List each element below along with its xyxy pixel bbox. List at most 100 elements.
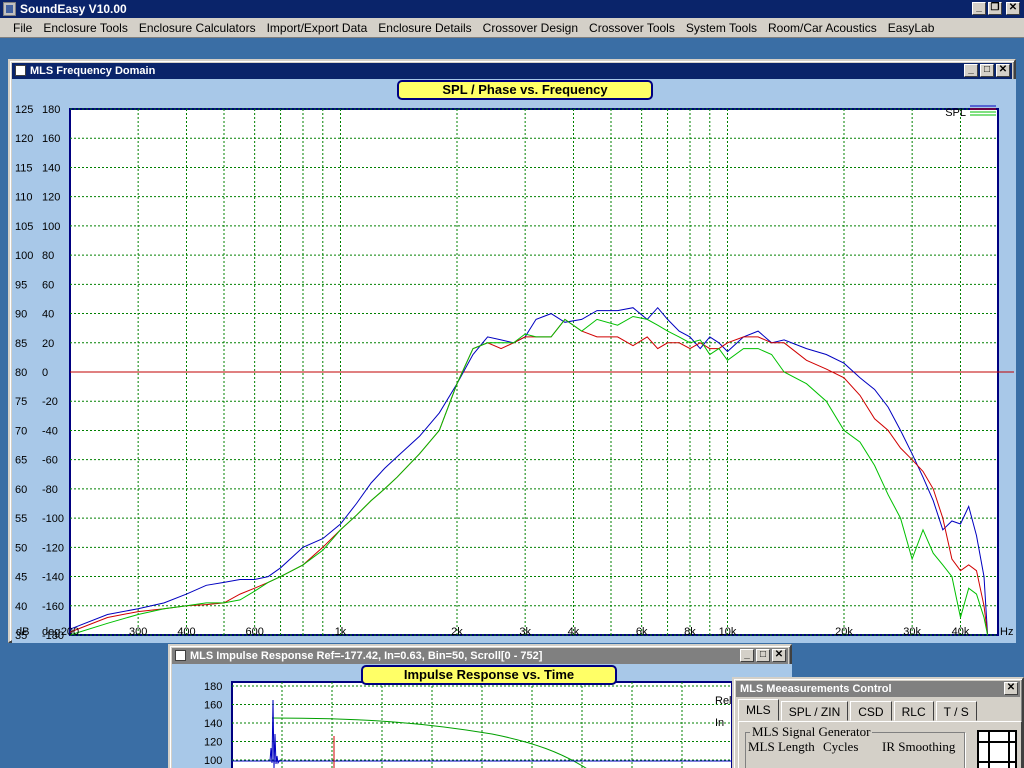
y-tick-label-deg: 180 bbox=[42, 104, 60, 116]
y-tick-label-db: 55 bbox=[15, 513, 27, 525]
mls-tab-strip: MLS SPL / ZIN CSD RLC T / S bbox=[738, 699, 979, 721]
menu-room-car-acoustics[interactable]: Room/Car Acoustics bbox=[763, 18, 882, 37]
y-tick-label-db: 40 bbox=[15, 601, 27, 613]
y-tick-label: 160 bbox=[204, 700, 222, 712]
mls-signal-generator-group: MLS Signal Generator MLS Length Cycles I… bbox=[745, 724, 965, 768]
mls-length-label: MLS Length bbox=[748, 739, 815, 754]
y-tick-label-deg: -100 bbox=[42, 513, 64, 525]
y-tick-label-deg: 100 bbox=[42, 221, 60, 233]
minimize-button[interactable]: _ bbox=[964, 64, 978, 77]
chart-title: Impulse Response vs. Time bbox=[404, 667, 574, 682]
app-icon bbox=[3, 2, 16, 16]
y-tick-label-db: 95 bbox=[15, 279, 27, 291]
window-icon bbox=[175, 650, 186, 661]
y-tick-label-db: 75 bbox=[15, 396, 27, 408]
y-tick-label-deg: 140 bbox=[42, 162, 60, 174]
minimize-button[interactable]: _ bbox=[972, 2, 986, 15]
y-tick-label-db: 125 bbox=[15, 104, 33, 116]
y-tick-label-deg: -140 bbox=[42, 572, 64, 584]
restore-button[interactable]: ❐ bbox=[988, 2, 1002, 15]
close-button[interactable]: ✕ bbox=[772, 649, 786, 662]
tab-mls[interactable]: MLS bbox=[738, 699, 779, 721]
side-label-in: In bbox=[715, 717, 724, 729]
y-tick-label-db: 60 bbox=[15, 484, 27, 496]
y-tick-label-deg: 160 bbox=[42, 133, 60, 145]
x-tick-label: 200 bbox=[61, 626, 79, 638]
close-button[interactable]: ✕ bbox=[996, 64, 1010, 77]
tab-csd[interactable]: CSD bbox=[850, 701, 892, 721]
menu-crossover-design[interactable]: Crossover Design bbox=[478, 18, 583, 37]
ir-smoothing-label: IR Smoothing bbox=[882, 739, 956, 754]
window-icon bbox=[15, 65, 26, 76]
menu-enclosure-calculators[interactable]: Enclosure Calculators bbox=[134, 18, 261, 37]
y-tick-label-db: 70 bbox=[15, 425, 27, 437]
app-titlebar: SoundEasy V10.00 _ ❐ ✕ bbox=[0, 0, 1024, 18]
y-tick-label-db: 80 bbox=[15, 367, 27, 379]
maximize-button[interactable]: □ bbox=[756, 649, 770, 662]
tab-spl-zin[interactable]: SPL / ZIN bbox=[780, 701, 849, 721]
x-tick-label: 10k bbox=[719, 626, 737, 638]
x-tick-label: 40k bbox=[952, 626, 970, 638]
minimize-button[interactable]: _ bbox=[740, 649, 754, 662]
menu-import-export-data[interactable]: Import/Export Data bbox=[262, 18, 373, 37]
y-tick-label-deg: -120 bbox=[42, 542, 64, 554]
x-tick-label: 8k bbox=[684, 626, 696, 638]
x-tick-label: 20k bbox=[835, 626, 853, 638]
impulse-response-chart[interactable]: 180 160 140 120 100 Impulse Response vs. Tim… bbox=[172, 664, 792, 768]
y-tick-label-db: 105 bbox=[15, 221, 33, 233]
menu-easylab[interactable]: EasyLab bbox=[883, 18, 940, 37]
x-tick-label: 6k bbox=[636, 626, 648, 638]
menu-bar: File Enclosure Tools Enclosure Calculato… bbox=[0, 18, 1024, 38]
tab-ts[interactable]: T / S bbox=[935, 701, 977, 721]
x-tick-label: 300 bbox=[129, 626, 147, 638]
group-label: MLS Signal Generator bbox=[750, 724, 873, 740]
y-tick-label-deg: -60 bbox=[42, 455, 58, 467]
y-tick-label-db: 90 bbox=[15, 309, 27, 321]
x-tick-label: 30k bbox=[903, 626, 921, 638]
y-tick-label-db: 50 bbox=[15, 542, 27, 554]
x-tick-label: 2k bbox=[451, 626, 463, 638]
mls-control-titlebar[interactable]: MLS Meeasurements Control ✕ bbox=[736, 681, 1020, 697]
y-tick-label-deg: 60 bbox=[42, 279, 54, 291]
y-tick-label-db: 120 bbox=[15, 133, 33, 145]
mls-control-title: MLS Meeasurements Control bbox=[740, 683, 892, 695]
impulse-window-titlebar[interactable]: MLS Impulse Response Ref=-177.42, In=0.6… bbox=[172, 648, 788, 664]
y-tick-label-deg: 20 bbox=[42, 338, 54, 350]
y-tick-label-deg: -80 bbox=[42, 484, 58, 496]
app-title: SoundEasy V10.00 bbox=[20, 2, 127, 16]
frequency-window-titlebar[interactable]: MLS Frequency Domain _ □ ✕ bbox=[12, 63, 1012, 79]
maximize-button[interactable]: □ bbox=[980, 64, 994, 77]
menu-crossover-tools[interactable]: Crossover Tools bbox=[584, 18, 680, 37]
cycles-label: Cycles bbox=[823, 739, 859, 754]
x-unit: Hz bbox=[1000, 626, 1013, 638]
impulse-response-window: MLS Impulse Response Ref=-177.42, In=0.6… bbox=[168, 644, 792, 768]
y-tick-label: 120 bbox=[204, 737, 222, 749]
x-tick-label: 400 bbox=[177, 626, 195, 638]
close-button[interactable]: ✕ bbox=[1006, 2, 1020, 15]
frequency-window-title: MLS Frequency Domain bbox=[30, 65, 156, 77]
spl-phase-chart[interactable]: 125 180 120 160 115 140 110 120 105 100 100 80 95 60 9… bbox=[12, 79, 1016, 643]
y-tick-label: 100 bbox=[204, 755, 222, 767]
y-tick-label-deg: 80 bbox=[42, 250, 54, 262]
impulse-window-title: MLS Impulse Response Ref=-177.42, In=0.6… bbox=[190, 650, 543, 662]
mls-tab-panel: MLS Signal Generator MLS Length Cycles I… bbox=[738, 721, 1022, 768]
x-tick-label: 1k bbox=[335, 626, 347, 638]
app-window-controls: _ ❐ ✕ bbox=[972, 2, 1020, 15]
close-button[interactable]: ✕ bbox=[1004, 682, 1018, 695]
menu-enclosure-tools[interactable]: Enclosure Tools bbox=[38, 18, 133, 37]
x-tick-label: 600 bbox=[245, 626, 263, 638]
chart-title-box: SPL / Phase vs. Frequency bbox=[397, 80, 653, 100]
menu-enclosure-details[interactable]: Enclosure Details bbox=[373, 18, 476, 37]
tab-rlc[interactable]: RLC bbox=[893, 701, 934, 721]
frequency-domain-window: MLS Frequency Domain _ □ ✕ 125 180 120 160 1… bbox=[8, 59, 1016, 643]
menu-system-tools[interactable]: System Tools bbox=[681, 18, 762, 37]
y-tick-label-deg: -160 bbox=[42, 601, 64, 613]
y-tick-label-db: 85 bbox=[15, 338, 27, 350]
y-tick-label-db: 115 bbox=[15, 162, 33, 174]
x-tick-label: 3k bbox=[519, 626, 531, 638]
grid-icon[interactable] bbox=[977, 730, 1017, 768]
mls-measurements-control-window: MLS Meeasurements Control ✕ MLS SPL / ZI… bbox=[732, 677, 1024, 768]
y-right-unit: deg bbox=[42, 626, 60, 638]
menu-file[interactable]: File bbox=[8, 18, 37, 37]
y-tick-label-db: 110 bbox=[15, 192, 33, 204]
